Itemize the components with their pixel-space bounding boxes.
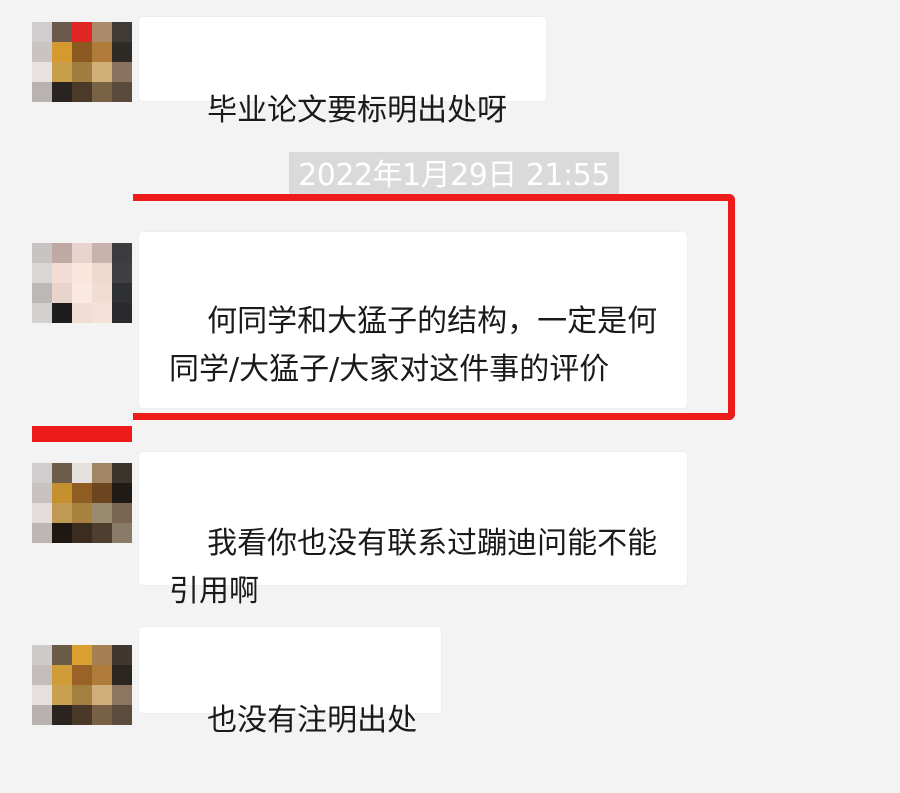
avatar[interactable] [32,22,132,102]
avatar[interactable] [32,645,132,725]
avatar[interactable] [32,243,132,323]
message-text: 我看你也没有联系过蹦迪问能不能引用啊 [169,526,658,609]
timestamp: 2022年1月29日 21:55 [289,152,619,200]
avatar[interactable] [32,463,132,543]
message-bubble[interactable]: 我看你也没有联系过蹦迪问能不能引用啊 [139,452,687,609]
message-text: 也没有注明出处 [207,703,418,738]
message-bubble[interactable]: 也没有注明出处 [139,627,441,738]
message-bubble[interactable]: 毕业论文要标明出处呀 [139,17,546,128]
highlight-annotation-mark [32,426,132,442]
message-text: 毕业论文要标明出处呀 [207,93,508,128]
chat-window: 毕业论文要标明出处呀 2022年1月29日 21:55 何同学和大猛子的结构，一… [0,0,900,738]
highlight-annotation [133,194,735,420]
